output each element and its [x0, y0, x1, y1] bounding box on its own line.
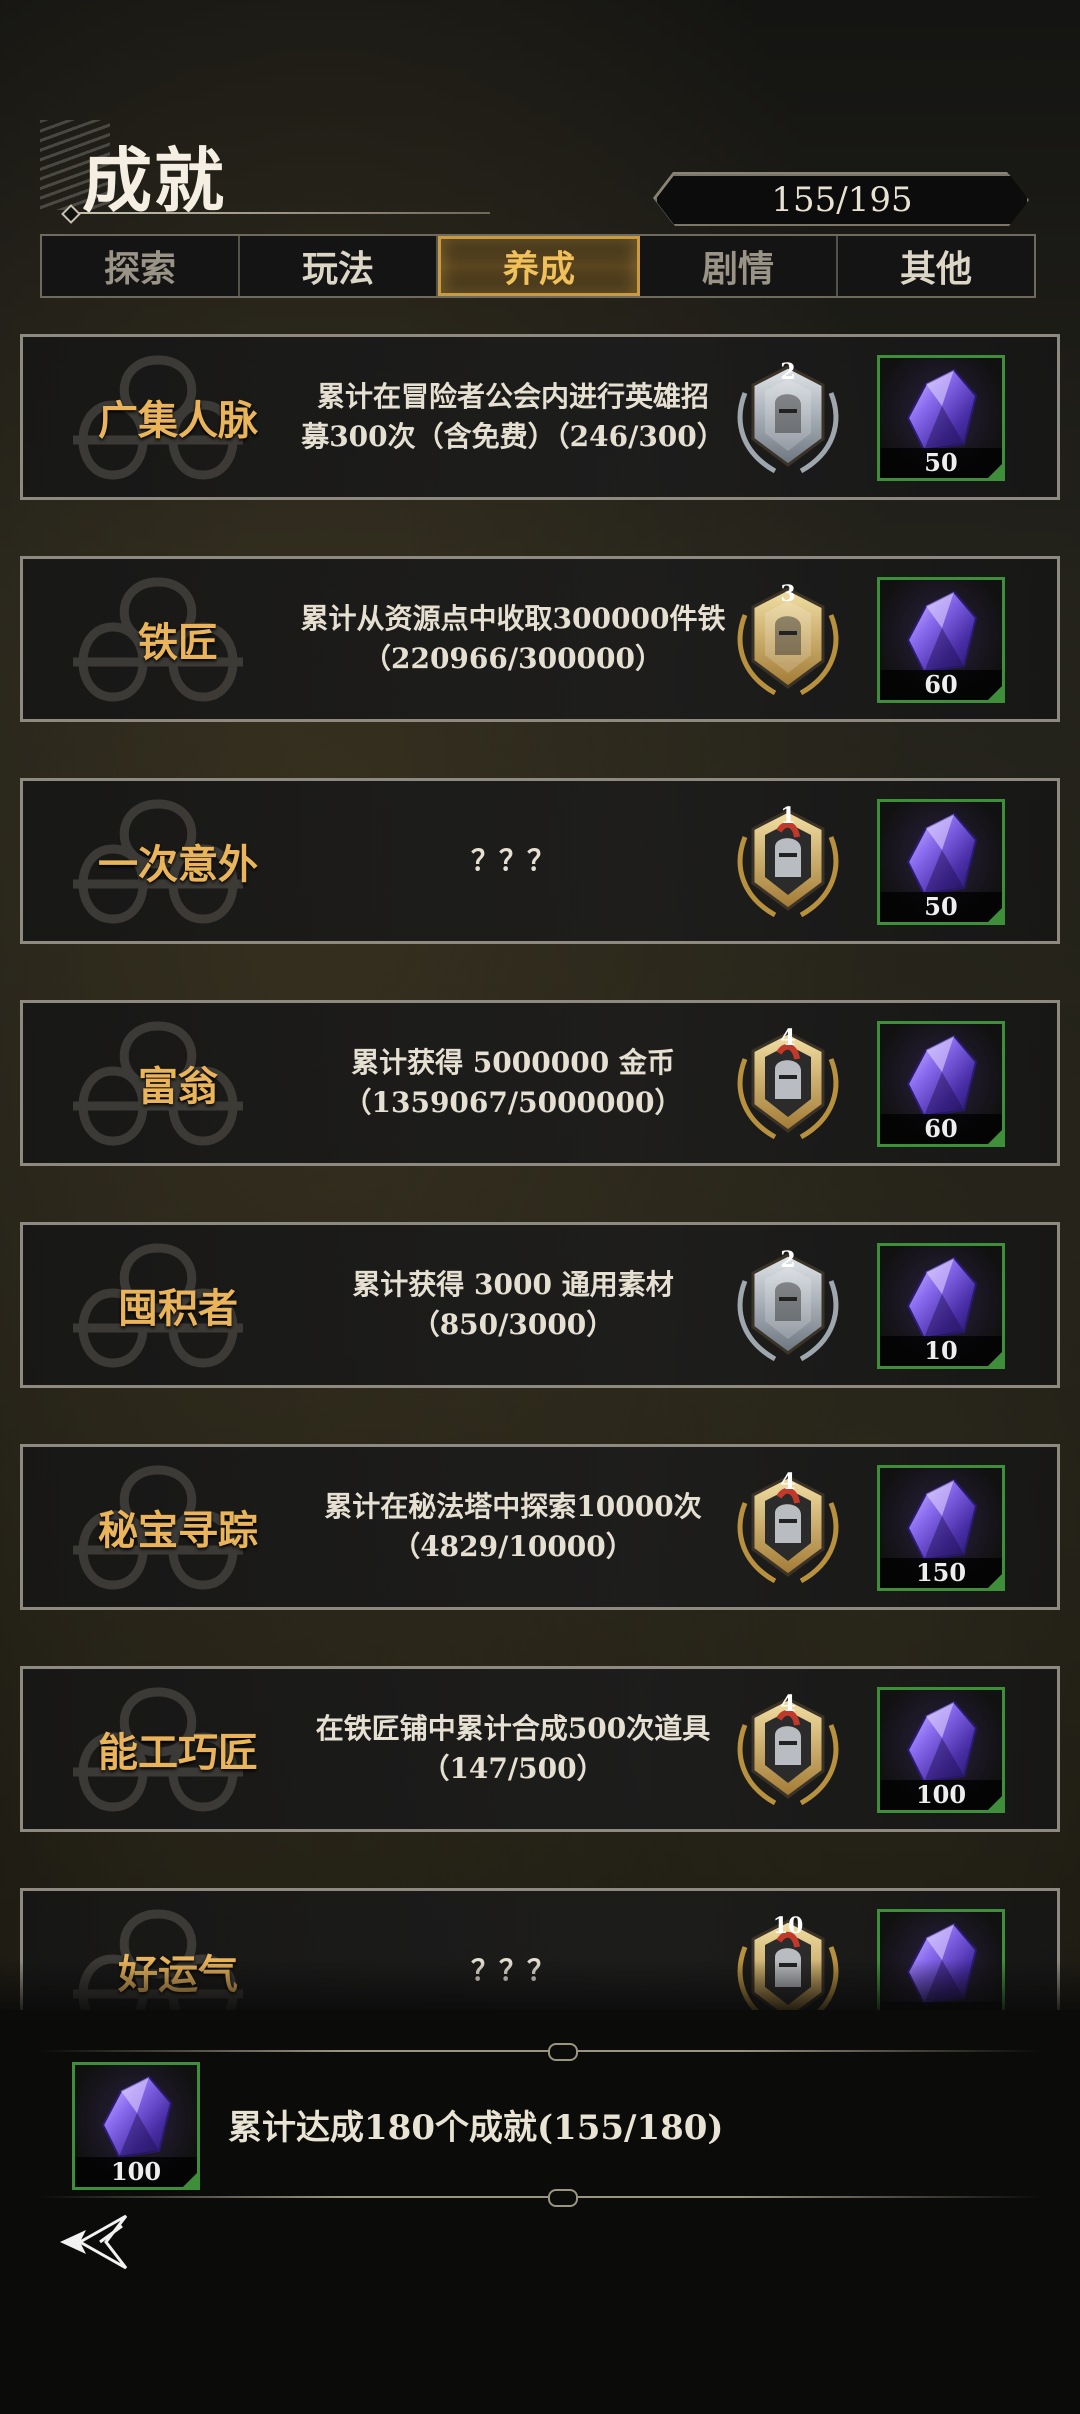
- total-reward-count: 100: [75, 2157, 197, 2187]
- achievement-desc-line2: （4829/10000）: [392, 1530, 634, 1563]
- purple-crystal-icon: [906, 812, 978, 896]
- reward-count: 50: [880, 892, 1002, 922]
- badge-level: 4: [780, 1691, 796, 1717]
- achievement-card[interactable]: 富翁 累计获得 5000000 金币 （1359067/5000000） 4 6…: [20, 1000, 1060, 1166]
- rank-badge: 2: [723, 353, 853, 483]
- achievement-progress: 155/195: [655, 174, 1029, 226]
- achievement-name: 能工巧匠: [98, 1729, 258, 1776]
- achievement-description: 累计在秘法塔中探索10000次 （4829/10000）: [293, 1447, 733, 1607]
- rank-badge: 4: [723, 1685, 853, 1815]
- purple-crystal-icon: [906, 368, 978, 452]
- reward-slot[interactable]: 60: [877, 577, 1005, 703]
- achievement-description: 累计从资源点中收取300000件铁 （220966/300000）: [293, 559, 733, 719]
- achievement-description: 累计在冒险者公会内进行英雄招 募300次（含免费）（246/300）: [293, 337, 733, 497]
- reward-slot[interactable]: 150: [877, 1465, 1005, 1591]
- badge-level: 2: [780, 359, 796, 385]
- tab-gameplay[interactable]: 玩法: [240, 236, 438, 296]
- title-underline: [70, 212, 490, 214]
- tab-growth[interactable]: 养成: [438, 236, 640, 296]
- reward-count: 60: [880, 1114, 1002, 1144]
- achievement-card[interactable]: 广集人脉 累计在冒险者公会内进行英雄招 募300次（含免费）（246/300） …: [20, 334, 1060, 500]
- reward-count: 100: [880, 1780, 1002, 1810]
- purple-crystal-icon: [906, 1034, 978, 1118]
- achievement-name: 囤积者: [118, 1285, 238, 1332]
- achievement-desc-line1: 在铁匠铺中累计合成500次道具: [315, 1712, 711, 1745]
- reward-slot[interactable]: 100: [877, 1687, 1005, 1813]
- achievement-name: 富翁: [138, 1063, 218, 1110]
- achievement-desc-line2: （220966/300000）: [362, 642, 664, 675]
- reward-slot[interactable]: 50: [877, 355, 1005, 481]
- badge-level: 3: [780, 581, 796, 607]
- purple-crystal-icon: [906, 1700, 978, 1784]
- divider-bottom: [40, 2196, 1040, 2198]
- page-header: 成就: [40, 110, 490, 230]
- badge-level: 1: [780, 803, 796, 829]
- reward-count: 10: [880, 1336, 1002, 1366]
- total-achievement-text: 累计达成180个成就(155/180): [228, 2108, 724, 2148]
- rank-badge: 4: [723, 1463, 853, 1593]
- reward-slot[interactable]: 50: [877, 799, 1005, 925]
- category-tabs: 探索 玩法 养成 剧情 其他: [40, 234, 1036, 298]
- reward-corner: [988, 464, 1002, 478]
- achievement-desc-line1: 累计获得 5000000 金币: [351, 1046, 675, 1079]
- achievement-name: 秘宝寻踪: [98, 1507, 258, 1554]
- achievement-list[interactable]: 广集人脉 累计在冒险者公会内进行英雄招 募300次（含免费）（246/300） …: [20, 334, 1062, 2014]
- reward-count: 60: [880, 670, 1002, 700]
- achievement-card[interactable]: 能工巧匠 在铁匠铺中累计合成500次道具 （147/500） 4 100: [20, 1666, 1060, 1832]
- achievement-desc-line1: 累计获得 3000 通用素材: [352, 1268, 674, 1301]
- rank-badge: 1: [723, 797, 853, 927]
- tab-story[interactable]: 剧情: [640, 236, 838, 296]
- reward-corner: [988, 1574, 1002, 1588]
- purple-crystal-icon: [906, 1256, 978, 1340]
- reward-slot[interactable]: 60: [877, 1021, 1005, 1147]
- page-title: 成就: [82, 139, 226, 222]
- achievement-desc-line2: 募300次（含免费）（246/300）: [301, 420, 725, 453]
- back-arrow-icon[interactable]: [56, 2212, 136, 2272]
- divider-knot-icon: [548, 2043, 578, 2061]
- achievement-desc-line1: 累计从资源点中收取300000件铁: [300, 602, 726, 635]
- achievement-desc-line1: 累计在秘法塔中探索10000次: [324, 1490, 702, 1523]
- purple-crystal-icon: [906, 590, 978, 674]
- reward-count: 150: [880, 1558, 1002, 1588]
- rank-badge: 3: [723, 575, 853, 705]
- achievement-card[interactable]: 秘宝寻踪 累计在秘法塔中探索10000次 （4829/10000） 4 150: [20, 1444, 1060, 1610]
- achievement-desc-line1: ？？？: [470, 844, 555, 877]
- reward-corner: [988, 908, 1002, 922]
- achievement-desc-line2: （147/500）: [421, 1752, 605, 1785]
- purple-crystal-icon: [101, 2075, 173, 2159]
- achievement-card[interactable]: 一次意外 ？？？ 1 50: [20, 778, 1060, 944]
- achievement-desc-line1: 累计在冒险者公会内进行英雄招: [316, 380, 709, 413]
- achievement-description: 在铁匠铺中累计合成500次道具 （147/500）: [293, 1669, 733, 1829]
- divider-top: [40, 2050, 1040, 2052]
- purple-crystal-icon: [906, 1478, 978, 1562]
- reward-corner: [988, 1796, 1002, 1810]
- achievement-card[interactable]: 囤积者 累计获得 3000 通用素材 （850/3000） 2 10: [20, 1222, 1060, 1388]
- total-reward-slot[interactable]: 100: [72, 2062, 200, 2190]
- badge-level: 4: [780, 1025, 796, 1051]
- achievement-desc-line2: （1359067/5000000）: [343, 1086, 683, 1119]
- achievement-name: 铁匠: [138, 619, 218, 666]
- reward-corner: [988, 1352, 1002, 1366]
- achievement-description: 累计获得 3000 通用素材 （850/3000）: [293, 1225, 733, 1385]
- achievement-card[interactable]: 铁匠 累计从资源点中收取300000件铁 （220966/300000） 3 6…: [20, 556, 1060, 722]
- tab-other[interactable]: 其他: [838, 236, 1034, 296]
- reward-corner: [183, 2173, 197, 2187]
- achievement-description: 累计获得 5000000 金币 （1359067/5000000）: [293, 1003, 733, 1163]
- reward-corner: [988, 1130, 1002, 1144]
- reward-count: 50: [880, 448, 1002, 478]
- achievement-name: 一次意外: [98, 841, 258, 888]
- achievement-desc-line2: （850/3000）: [411, 1308, 615, 1341]
- rank-badge: 4: [723, 1019, 853, 1149]
- rank-badge: 2: [723, 1241, 853, 1371]
- achievement-name: 广集人脉: [98, 397, 258, 444]
- achievement-description: ？？？: [293, 781, 733, 941]
- reward-slot[interactable]: 10: [877, 1243, 1005, 1369]
- badge-level: 10: [772, 1913, 804, 1939]
- divider-knot-icon: [548, 2189, 578, 2207]
- reward-corner: [988, 686, 1002, 700]
- badge-level: 2: [780, 1247, 796, 1273]
- badge-level: 4: [780, 1469, 796, 1495]
- tab-explore[interactable]: 探索: [42, 236, 240, 296]
